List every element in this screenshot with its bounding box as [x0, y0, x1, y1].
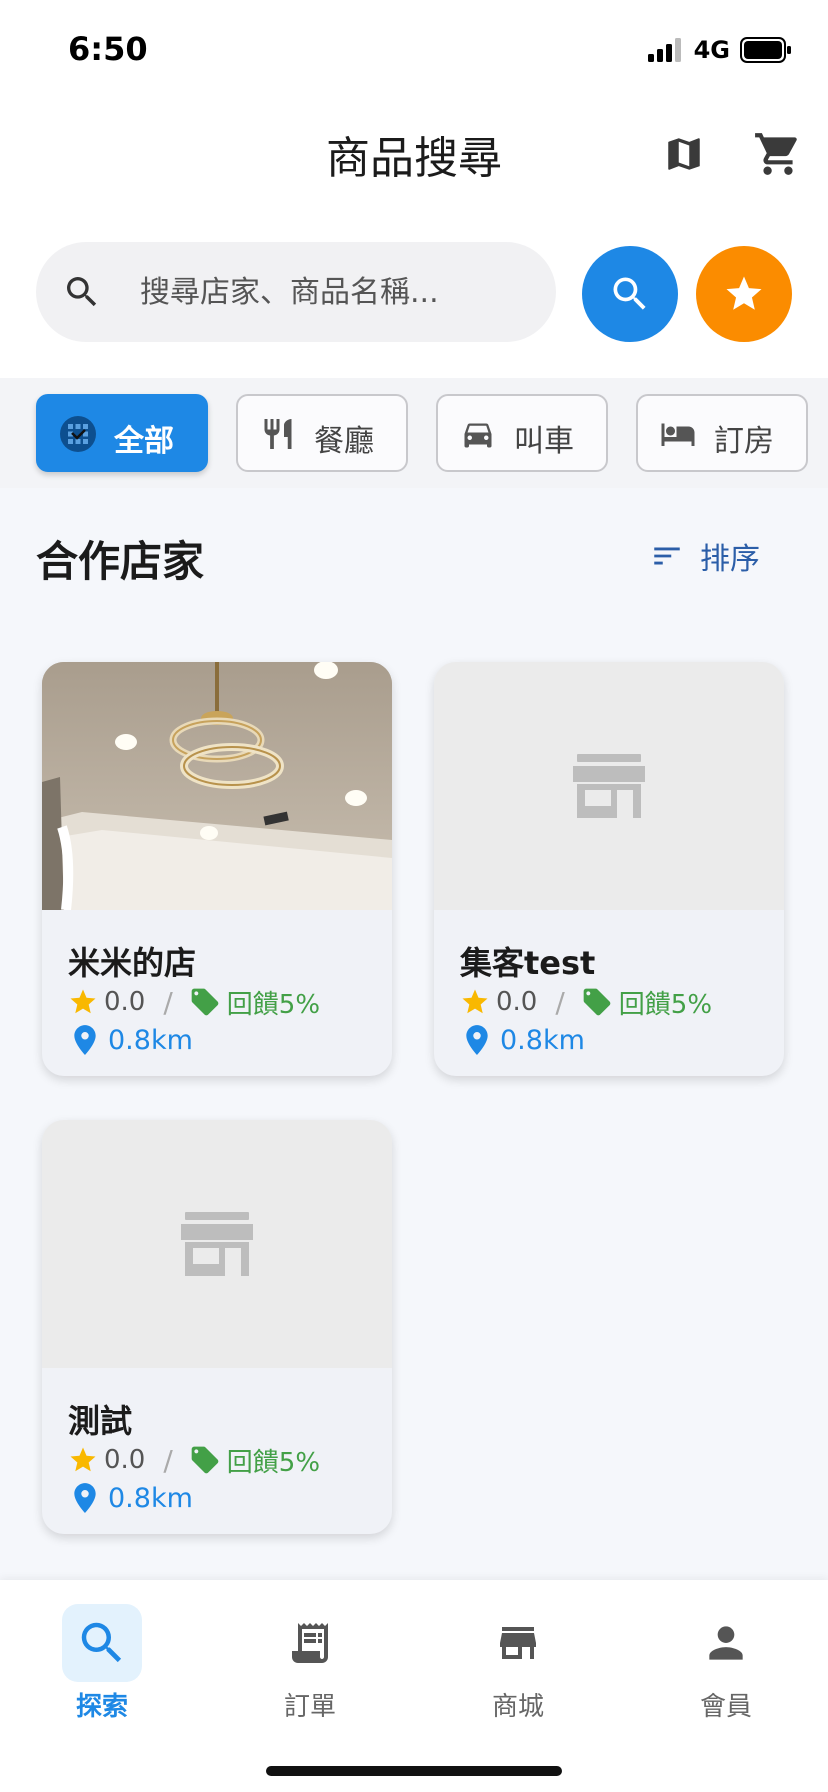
- store-cashback: 回饋5%: [618, 989, 713, 1020]
- storefront-icon: [181, 1212, 253, 1276]
- nav-orders[interactable]: 訂單: [248, 1594, 368, 1724]
- store-cashback: 回饋5%: [226, 1447, 321, 1478]
- store-placeholder-image: [434, 662, 784, 910]
- store-location: 0.8km: [72, 1480, 193, 1516]
- sort-label: 排序: [700, 542, 760, 577]
- chip-all[interactable]: 全部: [36, 394, 208, 472]
- store-location: 0.8km: [72, 1022, 193, 1058]
- store-meta: 0.0 / 回饋5%: [460, 984, 712, 1020]
- star-icon: [726, 276, 762, 310]
- map-icon: [668, 138, 700, 170]
- search-box[interactable]: [36, 242, 556, 342]
- store-name: 集客test: [460, 944, 596, 982]
- store-card[interactable]: 米米的店 0.0 / 回饋5% 0.8km: [42, 662, 392, 1076]
- cart-button[interactable]: [750, 126, 806, 182]
- cart-icon: [755, 133, 797, 175]
- search-icon: [613, 277, 646, 310]
- chip-label: 餐廳: [314, 424, 374, 459]
- search-icon: [81, 1622, 122, 1663]
- star-icon: [462, 989, 488, 1014]
- nav-explore[interactable]: 探索: [40, 1594, 160, 1724]
- chip-restaurant[interactable]: 餐廳: [236, 394, 408, 472]
- star-icon: [70, 989, 96, 1014]
- store-meta: 0.0 / 回饋5%: [68, 1442, 320, 1478]
- store-photo: [42, 662, 392, 910]
- nav-mall[interactable]: 商城: [456, 1594, 576, 1724]
- nav-icon-wrap: [270, 1604, 350, 1682]
- store-distance: 0.8km: [500, 1024, 585, 1056]
- store-placeholder-image: [42, 1120, 392, 1368]
- bed-icon: [661, 423, 695, 446]
- tag-icon: [191, 988, 219, 1016]
- meta-separator: /: [163, 985, 173, 1019]
- nav-label: 商城: [491, 1692, 544, 1722]
- grid-icon: [60, 416, 96, 452]
- status-time: 6:50: [68, 30, 148, 68]
- store-rating: 0.0: [104, 1445, 146, 1475]
- store-card[interactable]: 測試 0.0 / 回饋5% 0.8km: [42, 1120, 392, 1534]
- search-submit-button[interactable]: [582, 246, 678, 342]
- store-name: 米米的店: [68, 944, 197, 982]
- map-button[interactable]: [656, 126, 712, 182]
- search-row: [0, 240, 828, 378]
- status-indicators: 4G: [647, 36, 792, 64]
- battery-icon: [740, 37, 791, 63]
- location-pin-icon: [466, 1025, 488, 1055]
- chip-hotel[interactable]: 訂房: [636, 394, 808, 472]
- section-title: 合作店家: [36, 537, 205, 586]
- nav-label: 會員: [699, 1692, 752, 1722]
- sort-button[interactable]: 排序: [650, 534, 760, 578]
- chip-label: 叫車: [514, 424, 574, 459]
- store-distance: 0.8km: [108, 1482, 193, 1514]
- store-rating: 0.0: [104, 987, 146, 1017]
- meta-separator: /: [555, 985, 565, 1019]
- storefront-icon: [573, 754, 645, 818]
- receipt-icon: [292, 1623, 328, 1663]
- home-indicator: [266, 1766, 562, 1776]
- restaurant-icon: [264, 419, 292, 449]
- status-bar: 6:50 4G: [0, 0, 828, 100]
- nav-label: 訂單: [283, 1692, 336, 1722]
- search-input[interactable]: [140, 267, 540, 317]
- search-icon: [67, 277, 97, 307]
- nav-icon-wrap: [478, 1604, 558, 1682]
- tag-icon: [191, 1446, 219, 1474]
- store-meta: 0.0 / 回饋5%: [68, 984, 320, 1020]
- store-icon: [500, 1627, 536, 1659]
- meta-separator: /: [163, 1443, 173, 1477]
- category-chips: 全部 餐廳 叫車 訂房: [0, 378, 828, 488]
- signal-icon: [647, 38, 681, 62]
- store-cashback: 回饋5%: [226, 989, 321, 1020]
- chip-taxi[interactable]: 叫車: [436, 394, 608, 472]
- chip-label: 訂房: [714, 424, 774, 459]
- car-icon: [464, 423, 492, 448]
- app-header: 商品搜尋: [0, 100, 828, 240]
- person-icon: [709, 1626, 743, 1660]
- nav-icon-wrap: [686, 1604, 766, 1682]
- location-pin-icon: [74, 1483, 96, 1513]
- nav-member[interactable]: 會員: [664, 1594, 784, 1724]
- tag-icon: [583, 988, 611, 1016]
- chandelier-photo: [42, 662, 392, 910]
- network-label: 4G: [693, 36, 730, 64]
- star-icon: [70, 1447, 96, 1472]
- nav-icon-highlight: [62, 1604, 142, 1682]
- store-location: 0.8km: [464, 1022, 585, 1058]
- nav-label: 探索: [75, 1692, 128, 1722]
- store-distance: 0.8km: [108, 1024, 193, 1056]
- chip-label: 全部: [114, 424, 174, 459]
- store-rating: 0.0: [496, 987, 538, 1017]
- location-pin-icon: [74, 1025, 96, 1055]
- bottom-navigation: 探索 訂單 商城 會員: [0, 1580, 828, 1792]
- store-card[interactable]: 集客test 0.0 / 回饋5% 0.8km: [434, 662, 784, 1076]
- sort-icon: [654, 547, 680, 565]
- favorites-button[interactable]: [696, 246, 792, 342]
- store-name: 測試: [68, 1402, 133, 1440]
